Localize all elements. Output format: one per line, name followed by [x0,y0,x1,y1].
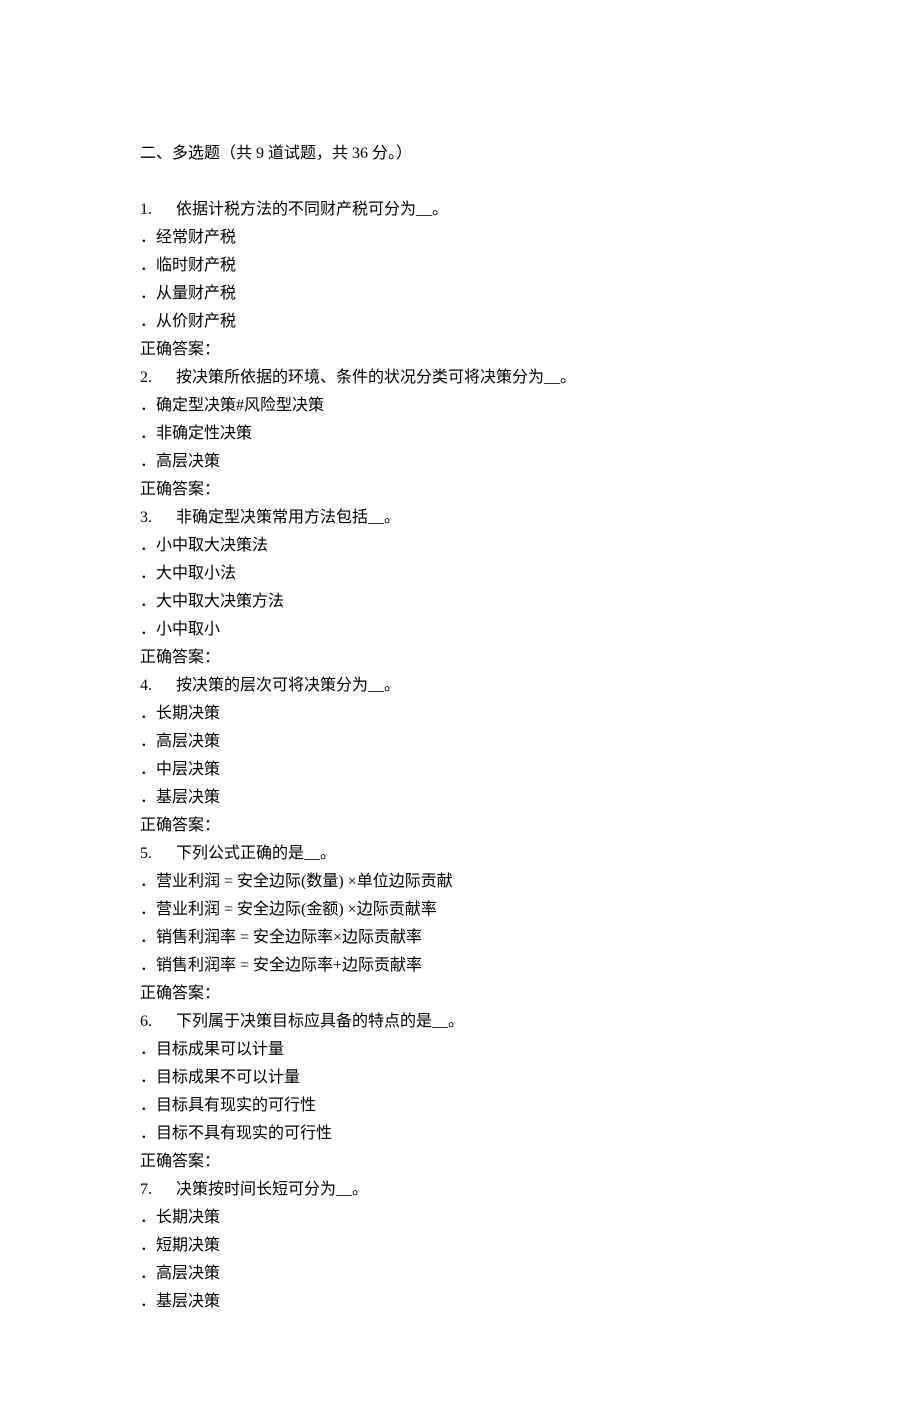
option-row: ．销售利润率 = 安全边际率×边际贡献率 [140,924,780,952]
option-row: ．非确定性决策 [140,420,780,448]
option-row: ．长期决策 [140,1204,780,1232]
question-text: 依据计税方法的不同财产税可分为__。 [176,201,448,218]
question-stem: 6. 下列属于决策目标应具备的特点的是__。 [140,1008,780,1036]
answer-label: 正确答案： [140,980,780,1008]
question-block: 1. 依据计税方法的不同财产税可分为__。 ．经常财产税．临时财产税．从量财产税．从… [140,196,780,364]
question-number: 1. [140,196,152,224]
option-row: ．高层决策 [140,728,780,756]
answer-label: 正确答案： [140,336,780,364]
question-stem: 3. 非确定型决策常用方法包括__。 [140,504,780,532]
option-row: ．经常财产税 [140,224,780,252]
question-block: 4. 按决策的层次可将决策分为__。 ．长期决策．高层决策．中层决策．基层决策正确答… [140,672,780,840]
option-row: ．临时财产税 [140,252,780,280]
question-stem: 7. 决策按时间长短可分为__。 [140,1176,780,1204]
option-row: ．基层决策 [140,784,780,812]
option-row: ．大中取大决策方法 [140,588,780,616]
question-block: 6. 下列属于决策目标应具备的特点的是__。 ．目标成果可以计量．目标成果不可以计量… [140,1008,780,1176]
questions-container: 1. 依据计税方法的不同财产税可分为__。 ．经常财产税．临时财产税．从量财产税．从… [140,196,780,1316]
option-row: ．确定型决策#风险型决策 [140,392,780,420]
option-row: ．高层决策 [140,1260,780,1288]
question-text: 非确定型决策常用方法包括__。 [176,509,400,526]
option-row: ．高层决策 [140,448,780,476]
option-row: ．目标具有现实的可行性 [140,1092,780,1120]
option-row: ．小中取小 [140,616,780,644]
question-number: 2. [140,364,152,392]
option-row: ．营业利润 = 安全边际(金额) ×边际贡献率 [140,896,780,924]
question-number: 3. [140,504,152,532]
section-header: 二、多选题（共 9 道试题，共 36 分。） [140,140,780,168]
option-row: ．小中取大决策法 [140,532,780,560]
question-block: 5. 下列公式正确的是__。 ．营业利润 = 安全边际(数量) ×单位边际贡献．营业… [140,840,780,1008]
option-row: ．目标成果不可以计量 [140,1064,780,1092]
question-text: 决策按时间长短可分为__。 [176,1181,368,1198]
question-stem: 5. 下列公式正确的是__。 [140,840,780,868]
question-number: 5. [140,840,152,868]
option-row: ．长期决策 [140,700,780,728]
question-block: 2. 按决策所依据的环境、条件的状况分类可将决策分为__。 ．确定型决策#风险型决策… [140,364,780,504]
question-text: 按决策的层次可将决策分为__。 [176,677,400,694]
answer-label: 正确答案： [140,1148,780,1176]
question-block: 3. 非确定型决策常用方法包括__。 ．小中取大决策法．大中取小法．大中取大决策方法… [140,504,780,672]
question-block: 7. 决策按时间长短可分为__。 ．长期决策．短期决策．高层决策．基层决策 [140,1176,780,1316]
option-row: ．基层决策 [140,1288,780,1316]
option-row: ．大中取小法 [140,560,780,588]
answer-label: 正确答案： [140,476,780,504]
option-row: ．目标不具有现实的可行性 [140,1120,780,1148]
answer-label: 正确答案： [140,644,780,672]
option-row: ．从价财产税 [140,308,780,336]
option-row: ．中层决策 [140,756,780,784]
question-text: 下列属于决策目标应具备的特点的是__。 [176,1013,464,1030]
question-number: 6. [140,1008,152,1036]
option-row: ．营业利润 = 安全边际(数量) ×单位边际贡献 [140,868,780,896]
question-text: 下列公式正确的是__。 [176,845,336,862]
option-row: ．目标成果可以计量 [140,1036,780,1064]
question-stem: 4. 按决策的层次可将决策分为__。 [140,672,780,700]
answer-label: 正确答案： [140,812,780,840]
option-row: ．从量财产税 [140,280,780,308]
option-row: ．短期决策 [140,1232,780,1260]
option-row: ．销售利润率 = 安全边际率+边际贡献率 [140,952,780,980]
question-number: 4. [140,672,152,700]
question-number: 7. [140,1176,152,1204]
question-stem: 1. 依据计税方法的不同财产税可分为__。 [140,196,780,224]
question-text: 按决策所依据的环境、条件的状况分类可将决策分为__。 [176,369,576,386]
question-stem: 2. 按决策所依据的环境、条件的状况分类可将决策分为__。 [140,364,780,392]
